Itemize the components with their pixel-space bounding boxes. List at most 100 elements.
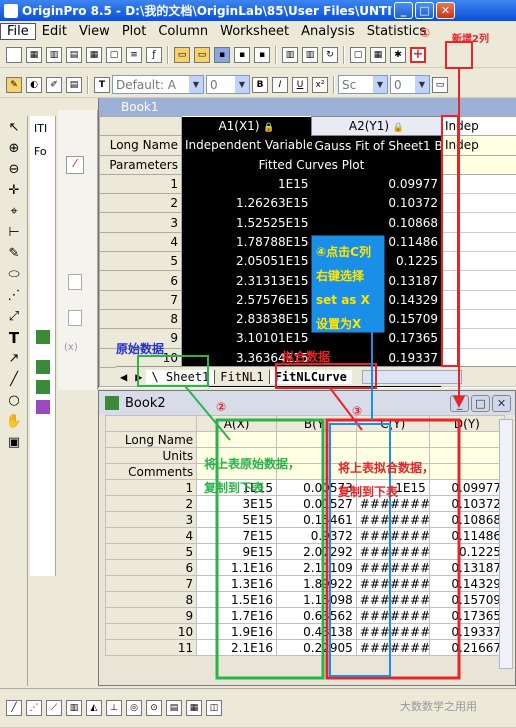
settings-icon[interactable]: ✱	[390, 46, 406, 63]
table-cell[interactable]: 0.63562	[275, 607, 357, 624]
row-number[interactable]: 11	[104, 639, 198, 656]
explorer-item[interactable]: Fo	[30, 137, 55, 160]
table-cell[interactable]: 2.05051E15	[181, 251, 312, 271]
scatter-plot-icon[interactable]: ⋰	[26, 700, 42, 716]
label-cell[interactable]	[428, 447, 506, 464]
row-number[interactable]: 2	[99, 193, 182, 214]
brush-icon[interactable]: ✐	[46, 76, 62, 93]
label-cell[interactable]	[196, 431, 277, 448]
ellipse-tool-icon[interactable]: ○	[5, 392, 23, 410]
font-select[interactable]: Default: A ▼	[112, 75, 204, 94]
book-icon[interactable]	[36, 360, 50, 374]
table-cell[interactable]: 1.5E16	[196, 591, 277, 608]
row-number[interactable]: 5	[104, 543, 198, 560]
table-cell[interactable]: ########	[355, 511, 430, 528]
open-icon[interactable]: ▭	[174, 46, 190, 63]
palette-icon[interactable]: ◐	[26, 76, 42, 93]
row-number[interactable]: 3	[104, 511, 198, 528]
long-name-a[interactable]: Independent Variable	[181, 135, 312, 156]
layer-icon[interactable]: ▤	[66, 76, 82, 93]
params-value[interactable]: Fitted Curves Plot	[181, 155, 442, 175]
polar-plot-icon[interactable]: ⊙	[146, 700, 162, 716]
book2-close-button[interactable]: ✕	[492, 394, 511, 412]
menu-analysis[interactable]: Analysis	[295, 24, 361, 39]
screen-reader-icon[interactable]: ✛	[5, 182, 23, 200]
table-cell[interactable]: 1.78788E15	[181, 232, 312, 252]
3d-plot-icon[interactable]: ◫	[206, 700, 222, 716]
row-number[interactable]: 4	[99, 231, 182, 253]
table-cell[interactable]: 0.10868	[311, 212, 442, 233]
table-cell[interactable]	[441, 193, 516, 214]
tab-fitnl1[interactable]: FitNL1	[215, 369, 270, 384]
label-cell[interactable]	[355, 431, 430, 448]
table-cell[interactable]	[441, 251, 516, 272]
menu-worksheet[interactable]: Worksheet	[214, 24, 295, 39]
doc-icon[interactable]	[68, 310, 82, 326]
new-project-icon[interactable]	[6, 46, 22, 63]
tab-fitnlcurve[interactable]: FitNLCurve	[269, 369, 352, 384]
column-header-a[interactable]: A(X)	[196, 415, 277, 432]
zoom-in-icon[interactable]: ⊕	[5, 140, 23, 158]
table-cell[interactable]: 0.15709	[428, 591, 506, 608]
explorer-item[interactable]: ITI	[30, 116, 55, 137]
tab-nav-right[interactable]: ▶	[131, 370, 146, 384]
table-cell[interactable]: 0.09977	[428, 479, 506, 496]
data-reader-icon[interactable]: ⌖	[5, 203, 23, 221]
table-cell[interactable]: ########	[355, 559, 430, 576]
table-cell[interactable]	[441, 328, 516, 349]
pointer-icon[interactable]: ↖	[5, 119, 23, 137]
table-cell[interactable]	[441, 289, 516, 310]
contour-plot-icon[interactable]: ◎	[126, 700, 142, 716]
table-cell[interactable]: 1.89922	[275, 575, 357, 592]
row-number[interactable]: 6	[99, 270, 182, 291]
row-number[interactable]: 5	[99, 251, 182, 272]
stat-plot-icon[interactable]: ⊥	[106, 700, 122, 716]
table-cell[interactable]: 2.07292	[275, 543, 357, 560]
row-number[interactable]: 10	[104, 623, 198, 640]
italic-icon[interactable]: I	[272, 76, 288, 93]
table-cell[interactable]: 0.43138	[275, 623, 357, 640]
table-cell[interactable]: 2.11109	[275, 559, 357, 576]
menu-edit[interactable]: Edit	[36, 24, 73, 39]
duplicate-icon[interactable]: ▢	[350, 46, 366, 63]
table-cell[interactable]: 2.83838E15	[181, 309, 312, 329]
table-cell[interactable]	[441, 212, 516, 233]
maximize-button[interactable]: □	[415, 2, 434, 19]
h-scrollbar[interactable]	[361, 369, 462, 384]
pencil-icon[interactable]: ✎	[6, 76, 22, 93]
bold-icon[interactable]: B	[252, 76, 268, 93]
superscript-icon[interactable]: x²	[312, 76, 328, 93]
v-scrollbar[interactable]	[499, 419, 513, 669]
table-cell[interactable]: 1.52525E15	[181, 212, 312, 233]
refresh-icon[interactable]: ↻	[322, 46, 338, 63]
long-name-b[interactable]: Gauss Fit of Sheet1 B	[311, 135, 442, 156]
column-header-c[interactable]: C(Y)	[355, 415, 430, 432]
column-header-b[interactable]: B(Y)	[275, 415, 357, 432]
table-cell[interactable]: 0.10372	[428, 495, 506, 512]
table-cell[interactable]: 0.15461	[275, 511, 357, 528]
text-tool-icon[interactable]: T	[5, 329, 23, 347]
link-icon[interactable]: (x)	[64, 342, 97, 353]
table-cell[interactable]: 0.19337	[428, 623, 506, 640]
line-width-select[interactable]: 0 ▼	[390, 75, 430, 94]
hand-icon[interactable]: ✋	[5, 413, 23, 431]
mask-icon[interactable]: ⋰	[5, 287, 23, 305]
table-cell[interactable]: 3.10101E15	[181, 328, 312, 349]
params-c[interactable]	[441, 154, 516, 175]
row-number[interactable]: 7	[104, 575, 198, 592]
column-plot-icon[interactable]: ▥	[66, 700, 82, 716]
recent-icon[interactable]: ▪	[254, 46, 270, 63]
table-cell[interactable]: ########	[355, 527, 430, 544]
menu-plot[interactable]: Plot	[116, 24, 153, 39]
new-workbook-icon[interactable]: ▦	[26, 46, 42, 63]
new-notes-icon[interactable]: ≡	[126, 46, 142, 63]
column-header-c[interactable]: Indep	[441, 115, 516, 137]
tab-nav-left[interactable]: ◀	[116, 370, 131, 384]
table-cell[interactable]: 7E15	[196, 527, 277, 544]
label-cell[interactable]	[275, 431, 357, 448]
book-icon[interactable]	[36, 330, 50, 344]
template-icon[interactable]: ▦	[186, 700, 202, 716]
row-number[interactable]: 1	[99, 173, 182, 195]
table-cell[interactable]: 0.11486	[428, 527, 506, 544]
long-name-c[interactable]: Indep	[441, 135, 516, 156]
